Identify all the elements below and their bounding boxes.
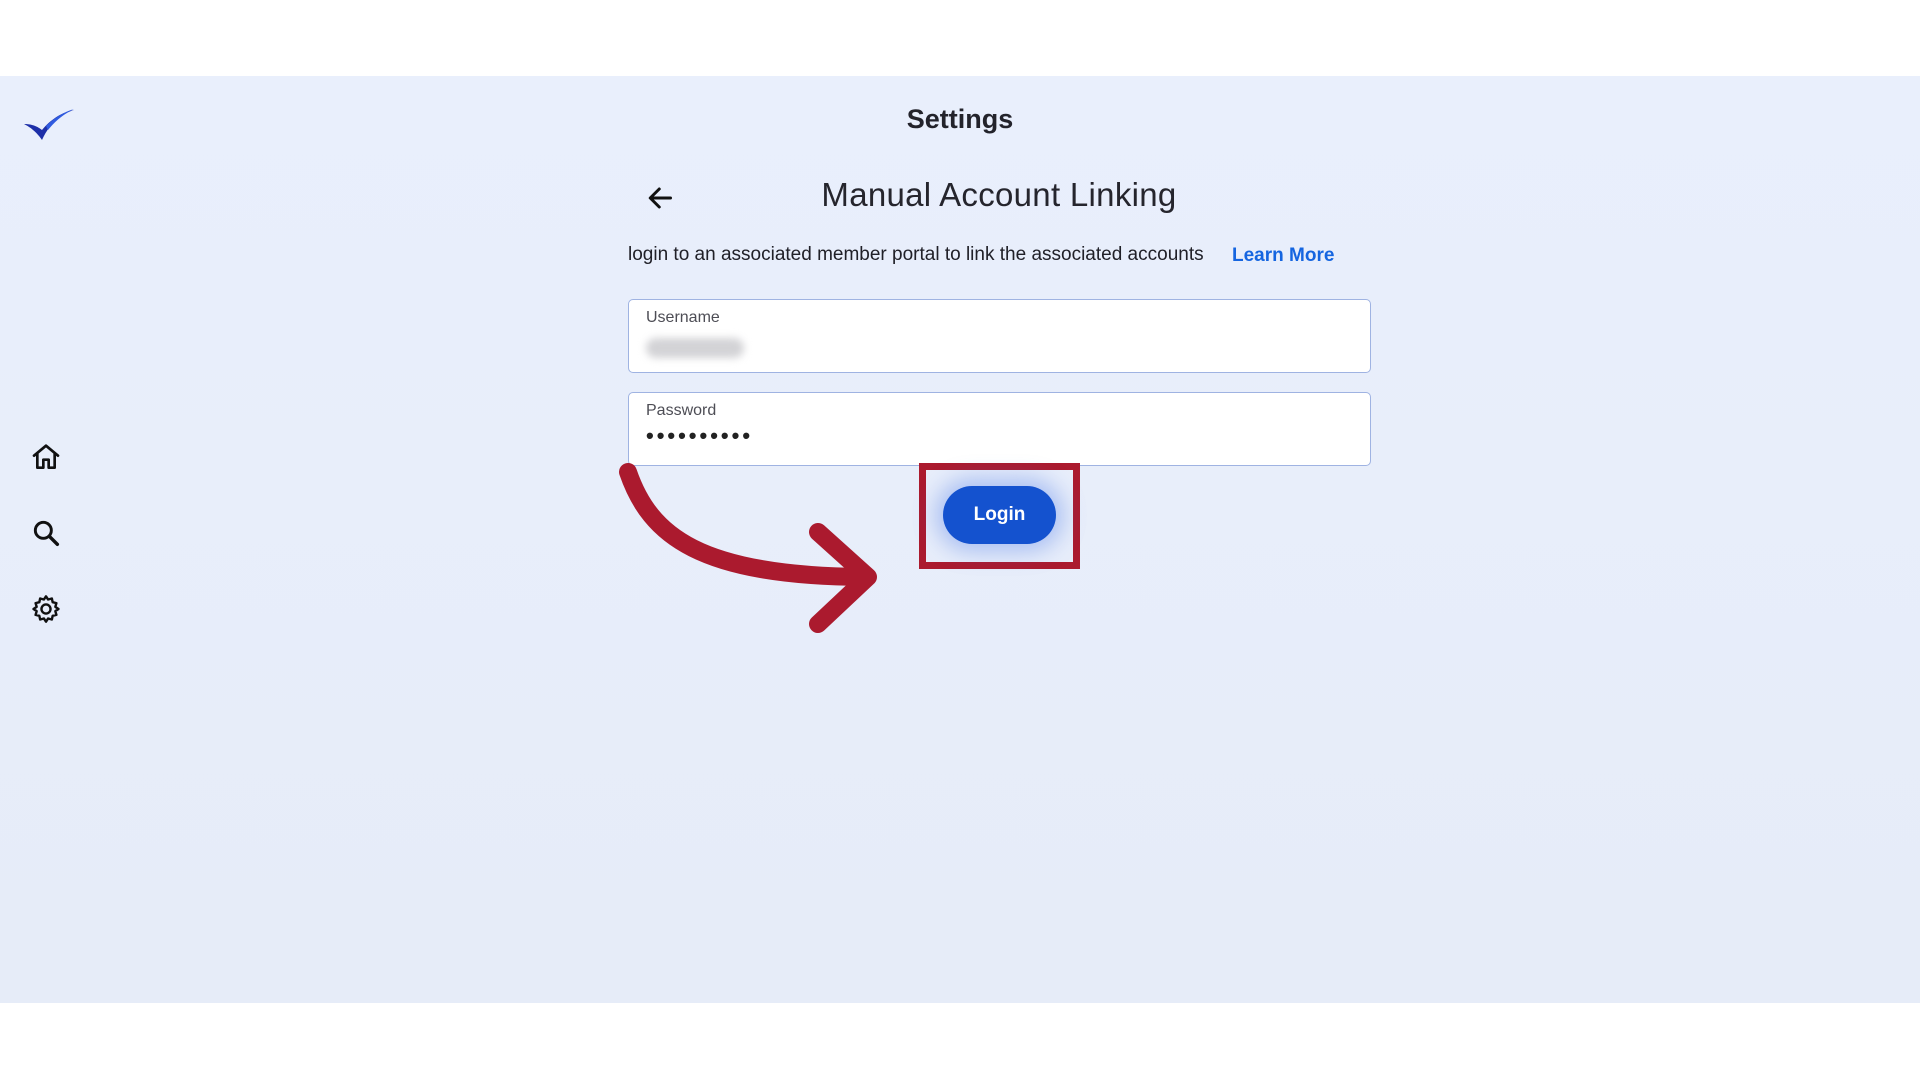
section-description: login to an associated member portal to …: [628, 244, 1204, 265]
home-icon: [32, 444, 60, 469]
search-icon: [33, 520, 60, 547]
password-value: ••••••••••: [646, 423, 754, 448]
username-label: Username: [646, 309, 720, 326]
learn-more-link[interactable]: Learn More: [1232, 245, 1334, 267]
password-field[interactable]: Password ••••••••••: [628, 392, 1371, 466]
page-title: Settings: [906, 104, 1014, 134]
username-value-redacted: [646, 333, 744, 358]
section-title: Manual Account Linking: [821, 176, 1177, 213]
sidebar-item-settings[interactable]: [30, 593, 62, 625]
password-label: Password: [646, 402, 717, 419]
username-field[interactable]: Username: [628, 299, 1371, 373]
login-button[interactable]: Login: [943, 486, 1056, 544]
gear-icon: [32, 595, 60, 623]
sidebar-item-search[interactable]: [30, 517, 62, 549]
annotation-arrow: [619, 463, 877, 633]
app-window: Settings Manual Account Linking login to…: [0, 76, 1920, 1003]
sidebar-item-home[interactable]: [30, 441, 62, 473]
